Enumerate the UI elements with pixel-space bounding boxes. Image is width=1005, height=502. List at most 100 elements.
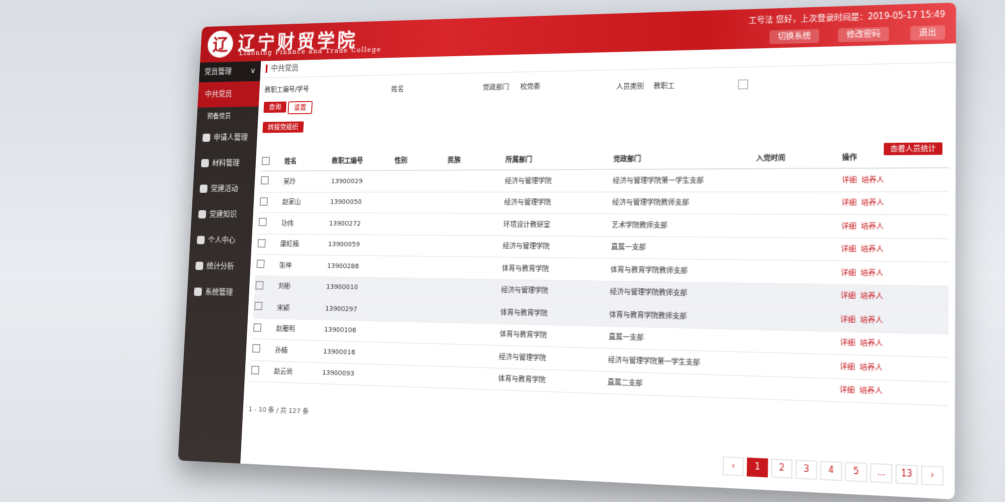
row-checkbox[interactable] xyxy=(256,259,265,269)
cell-id: 13900016 xyxy=(321,340,387,365)
cell-id: 13900093 xyxy=(320,362,386,386)
trainer-link[interactable]: 培养人 xyxy=(860,339,883,348)
file-icon xyxy=(200,159,210,168)
sidebar-item-stats[interactable]: 统计分析 xyxy=(188,253,251,280)
col-dept: 所属部门 xyxy=(504,149,613,170)
row-checkbox[interactable] xyxy=(255,280,264,290)
cell-ethnicity xyxy=(440,300,500,324)
transfer-button[interactable]: 转接党组织 xyxy=(262,121,304,133)
detail-link[interactable]: 详细 xyxy=(839,386,854,395)
sidebar-item-applicants[interactable]: 申请人管理 xyxy=(195,125,258,151)
cell-join-date xyxy=(752,282,840,308)
name-label: 姓名 xyxy=(391,85,405,94)
logout-button[interactable]: 退出 xyxy=(910,25,946,41)
table-row: 赵家山 13900050 经济与管理学院 经济与管理学院教师支部 详细 培养人 xyxy=(258,191,949,215)
sidebar-item-probationary[interactable]: 预备党员 xyxy=(197,107,259,126)
user-icon xyxy=(202,133,211,142)
detail-link[interactable]: 详细 xyxy=(841,268,856,276)
party-dept-label: 党政部门 xyxy=(482,83,510,92)
cell-gender xyxy=(384,364,439,388)
chevron-down-icon: ∨ xyxy=(250,66,256,75)
trainer-link[interactable]: 培养人 xyxy=(861,199,884,207)
detail-link[interactable]: 详细 xyxy=(840,292,855,301)
trainer-link[interactable]: 培养人 xyxy=(860,315,883,324)
cell-join-date xyxy=(754,191,841,215)
page-button[interactable]: 5 xyxy=(845,461,868,483)
cell-id: 13900010 xyxy=(324,276,389,300)
trainer-link[interactable]: 培养人 xyxy=(859,386,882,395)
cell-dept: 体育与教育学院 xyxy=(499,301,609,326)
cell-party-dept: 直属二支部 xyxy=(606,370,752,399)
select-all-checkbox[interactable] xyxy=(261,156,270,165)
detail-link[interactable]: 详细 xyxy=(841,222,856,230)
sidebar-item-party-member[interactable]: 中共党员 xyxy=(197,81,260,108)
cell-ethnicity xyxy=(443,234,503,258)
cell-gender xyxy=(386,320,441,344)
cell-join-date xyxy=(752,305,840,331)
row-checkbox[interactable] xyxy=(258,217,267,227)
cell-dept: 体育与教育学院 xyxy=(498,323,608,349)
sidebar-item-label: 材料管理 xyxy=(211,158,240,168)
row-checkbox[interactable] xyxy=(253,323,262,332)
row-checkbox[interactable] xyxy=(259,197,268,206)
row-checkbox[interactable] xyxy=(252,344,261,353)
cell-gender xyxy=(391,191,446,214)
search-button[interactable]: 查询 xyxy=(263,101,287,113)
cell-join-date xyxy=(751,352,839,379)
next-page-button[interactable]: › xyxy=(921,465,944,486)
reset-button[interactable]: 重置 xyxy=(287,101,313,115)
sidebar-item-label: 中共党员 xyxy=(204,89,233,99)
col-party-dept: 党政部门 xyxy=(612,148,756,170)
row-checkbox[interactable] xyxy=(257,238,266,248)
cell-id: 13900286 xyxy=(325,255,390,278)
member-table: 查看人员统计 姓名 教职工编号 性别 民族 所属部门 党政部门 入党时间 操作 xyxy=(249,142,950,406)
trainer-link[interactable]: 培养人 xyxy=(861,269,884,278)
select-box-icon[interactable] xyxy=(737,79,749,90)
detail-link[interactable]: 详细 xyxy=(842,176,857,184)
trainer-link[interactable]: 培养人 xyxy=(860,363,883,372)
sidebar-item-label: 统计分析 xyxy=(206,261,235,271)
page-button[interactable]: 1 xyxy=(746,457,769,478)
sidebar-item-materials[interactable]: 材料管理 xyxy=(194,150,257,176)
detail-link[interactable]: 详细 xyxy=(840,315,855,324)
pagination: ‹ 1 2 3 4 5... 13 › xyxy=(722,456,944,486)
cell-name: 康虹楠 xyxy=(278,233,328,256)
sidebar-item-activities[interactable]: 党建活动 xyxy=(192,176,255,202)
cell-name: 功伟 xyxy=(279,212,329,235)
trainer-link[interactable]: 培养人 xyxy=(860,292,883,301)
page-button[interactable]: 4 xyxy=(820,460,843,481)
cell-join-date xyxy=(753,214,841,238)
cell-id: 13900272 xyxy=(327,212,392,235)
sidebar-item-profile[interactable]: 个人中心 xyxy=(189,228,252,254)
row-checkbox[interactable] xyxy=(251,365,260,375)
cell-gender xyxy=(390,213,445,235)
sidebar-item-knowledge[interactable]: 党建知识 xyxy=(191,202,254,228)
trainer-link[interactable]: 培养人 xyxy=(861,245,884,254)
row-checkbox[interactable] xyxy=(260,176,269,185)
detail-link[interactable]: 详细 xyxy=(840,362,855,371)
person-type-select[interactable]: 教职工 xyxy=(654,81,675,91)
sidebar-head[interactable]: 党员管理 ∨ xyxy=(198,61,261,83)
sidebar-item-system[interactable]: 系统管理 xyxy=(187,279,250,306)
view-stats-button[interactable]: 查看人员统计 xyxy=(883,142,943,156)
prev-page-button[interactable]: ‹ xyxy=(722,456,744,477)
cell-id: 13900297 xyxy=(323,297,388,321)
switch-system-button[interactable]: 切换系统 xyxy=(769,28,820,45)
detail-link[interactable]: 详细 xyxy=(841,245,856,253)
detail-link[interactable]: 详细 xyxy=(841,199,856,207)
party-dept-select[interactable]: 校党委 xyxy=(520,82,540,92)
col-id: 教职工编号 xyxy=(330,151,395,171)
change-password-button[interactable]: 修改密码 xyxy=(837,26,889,43)
page-button[interactable]: 3 xyxy=(795,459,818,480)
user-info: 工号法 您好，上次登录时间是：2019-05-17 15:49 xyxy=(748,10,946,25)
record-count: 1 - 10 条 / 共 127 条 xyxy=(248,405,309,416)
col-name: 姓名 xyxy=(283,151,332,171)
cell-name: 张坤 xyxy=(277,254,327,277)
trainer-link[interactable]: 培养人 xyxy=(861,222,884,230)
page-button[interactable]: 2 xyxy=(770,458,793,479)
row-checkbox[interactable] xyxy=(254,301,263,311)
col-join-date: 入党时间 xyxy=(755,147,842,169)
trainer-link[interactable]: 培养人 xyxy=(861,176,884,184)
page-button[interactable]: 13 xyxy=(895,464,918,485)
detail-link[interactable]: 详细 xyxy=(840,339,855,348)
